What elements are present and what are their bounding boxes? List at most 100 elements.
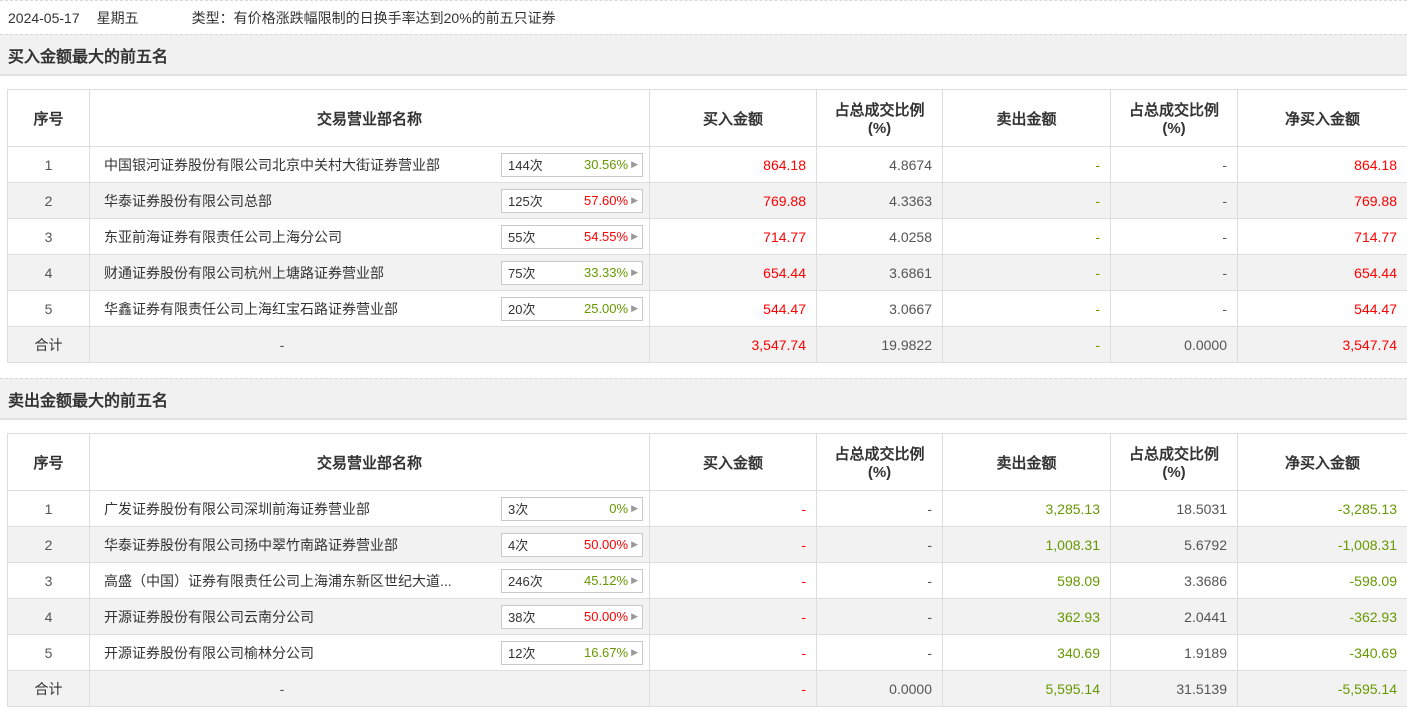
sell-amount-cell: 598.09 [943, 563, 1111, 599]
sell-pct-cell: 3.3686 [1111, 563, 1238, 599]
ranking-count-badge[interactable]: 20次25.00%▶ [501, 297, 643, 321]
sell-top5-table: 序号 交易营业部名称 买入金额 占总成交比例(%) 卖出金额 占总成交比例(%)… [7, 433, 1407, 707]
col-header-sell-amount: 卖出金额 [943, 434, 1111, 491]
col-header-net-amount: 净买入金额 [1238, 434, 1407, 491]
col-header-broker: 交易营业部名称 [90, 434, 650, 491]
win-rate: 33.33% [584, 265, 628, 280]
sell-pct-cell: - [1111, 255, 1238, 291]
expand-arrow-icon: ▶ [631, 196, 638, 205]
net-amount-cell: -362.93 [1238, 599, 1407, 635]
date-label: 2024-05-17 [8, 10, 80, 26]
ranking-count: 125次 [508, 191, 543, 210]
ranking-count-badge[interactable]: 12次16.67%▶ [501, 641, 643, 665]
ranking-count-badge[interactable]: 246次 45.12%▶ [501, 569, 643, 593]
total-name-cell: - [90, 327, 650, 363]
list-type-label: 类型：有价格涨跌幅限制的日换手率达到20%的前五只证券 [192, 8, 556, 28]
section-title-text: 买入金额最大的前五名 [8, 43, 168, 67]
col-header-buy-pct: 占总成交比例(%) [817, 90, 943, 147]
sell-amount-cell: 5,595.14 [943, 671, 1111, 707]
buy-pct-cell: - [817, 491, 943, 527]
col-header-buy-pct: 占总成交比例(%) [817, 434, 943, 491]
ranking-count-badge[interactable]: 4次50.00%▶ [501, 533, 643, 557]
win-rate: 45.12% [584, 573, 628, 588]
net-amount-cell: -1,008.31 [1238, 527, 1407, 563]
broker-name: 中国银河证券股份有限公司北京中关村大街证券营业部 [104, 155, 501, 175]
section-title-text: 卖出金额最大的前五名 [8, 387, 168, 411]
col-header-buy-amount: 买入金额 [650, 90, 817, 147]
sell-amount-cell: - [943, 183, 1111, 219]
total-label-cell: 合计 [8, 671, 90, 707]
broker-name-cell: 华鑫证券有限责任公司上海红宝石路证券营业部20次25.00%▶ [90, 291, 650, 327]
win-rate: 25.00% [584, 301, 628, 316]
table-row: 4 财通证券股份有限公司杭州上塘路证券营业部75次33.33%▶ 654.44 … [8, 255, 1407, 291]
broker-name-cell: 东亚前海证券有限责任公司上海分公司55次54.55%▶ [90, 219, 650, 255]
buy-table-wrap: 序号 交易营业部名称 买入金额 占总成交比例(%) 卖出金额 占总成交比例(%)… [7, 89, 1407, 363]
broker-name: 高盛（中国）证券有限责任公司上海浦东新区世纪大道... [104, 571, 501, 591]
weekday-label: 星期五 [97, 8, 139, 28]
expand-arrow-icon: ▶ [631, 576, 638, 585]
total-row: 合计 - 3,547.74 19.9822 - 0.0000 3,547.74 [8, 327, 1407, 363]
sell-pct-cell: 18.5031 [1111, 491, 1238, 527]
col-header-buy-amount: 买入金额 [650, 434, 817, 491]
broker-name-cell: 高盛（中国）证券有限责任公司上海浦东新区世纪大道... 246次 45.12%▶ [90, 563, 650, 599]
sell-amount-cell: 3,285.13 [943, 491, 1111, 527]
win-rate: 50.00% [584, 609, 628, 624]
buy-amount-cell: - [650, 635, 817, 671]
ranking-count: 3次 [508, 499, 528, 518]
net-amount-cell: -5,595.14 [1238, 671, 1407, 707]
buy-amount-cell: 769.88 [650, 183, 817, 219]
win-rate: 0% [609, 501, 628, 516]
ranking-count: 4次 [508, 535, 528, 554]
sell-pct-cell: 5.6792 [1111, 527, 1238, 563]
buy-top5-table: 序号 交易营业部名称 买入金额 占总成交比例(%) 卖出金额 占总成交比例(%)… [7, 89, 1407, 363]
sell-amount-cell: - [943, 327, 1111, 363]
broker-name-cell: 中国银河证券股份有限公司北京中关村大街证券营业部144次30.56%▶ [90, 147, 650, 183]
ranking-count: 55次 [508, 227, 535, 246]
buy-pct-cell: 0.0000 [817, 671, 943, 707]
col-header-sell-pct: 占总成交比例(%) [1111, 90, 1238, 147]
ranking-count-badge[interactable]: 3次0%▶ [501, 497, 643, 521]
expand-arrow-icon: ▶ [631, 304, 638, 313]
expand-arrow-icon: ▶ [631, 160, 638, 169]
sell-pct-cell: - [1111, 183, 1238, 219]
buy-amount-cell: - [650, 563, 817, 599]
ranking-count-badge[interactable]: 125次 57.60%▶ [501, 189, 643, 213]
buy-amount-cell: - [650, 527, 817, 563]
ranking-count: 246次 [508, 571, 543, 590]
section-title-buy: 买入金额最大的前五名 [0, 34, 1407, 76]
col-header-broker: 交易营业部名称 [90, 90, 650, 147]
broker-name: 广发证券股份有限公司深圳前海证券营业部 [104, 499, 501, 519]
sell-amount-cell: - [943, 147, 1111, 183]
sell-amount-cell: 1,008.31 [943, 527, 1111, 563]
broker-name-cell: 开源证券股份有限公司云南分公司38次50.00%▶ [90, 599, 650, 635]
table-row: 3 东亚前海证券有限责任公司上海分公司55次54.55%▶ 714.77 4.0… [8, 219, 1407, 255]
broker-name: 华泰证券股份有限公司总部 [104, 191, 501, 211]
broker-name-cell: 广发证券股份有限公司深圳前海证券营业部3次0%▶ [90, 491, 650, 527]
table-row: 2 华泰证券股份有限公司总部125次57.60%▶ 769.88 4.3363 … [8, 183, 1407, 219]
col-header-seq: 序号 [8, 434, 90, 491]
sell-amount-cell: 362.93 [943, 599, 1111, 635]
table-row: 4 开源证券股份有限公司云南分公司38次50.00%▶ - - 362.93 2… [8, 599, 1407, 635]
buy-amount-cell: 654.44 [650, 255, 817, 291]
broker-name: 东亚前海证券有限责任公司上海分公司 [104, 227, 501, 247]
expand-arrow-icon: ▶ [631, 612, 638, 621]
sell-pct-cell: - [1111, 291, 1238, 327]
seq-cell: 3 [8, 563, 90, 599]
seq-cell: 5 [8, 635, 90, 671]
ranking-count-badge[interactable]: 144次30.56%▶ [501, 153, 643, 177]
ranking-count-badge[interactable]: 75次33.33%▶ [501, 261, 643, 285]
sell-amount-cell: - [943, 255, 1111, 291]
win-rate: 57.60% [584, 193, 628, 208]
ranking-count-badge[interactable]: 55次54.55%▶ [501, 225, 643, 249]
seq-cell: 2 [8, 183, 90, 219]
date-bar: 2024-05-17 星期五 类型：有价格涨跌幅限制的日换手率达到20%的前五只… [0, 0, 1407, 34]
broker-name: 华鑫证券有限责任公司上海红宝石路证券营业部 [104, 299, 501, 319]
broker-name: 开源证券股份有限公司云南分公司 [104, 607, 501, 627]
buy-amount-cell: - [650, 599, 817, 635]
sell-pct-cell: - [1111, 219, 1238, 255]
sell-amount-cell: - [943, 219, 1111, 255]
ranking-count-badge[interactable]: 38次50.00%▶ [501, 605, 643, 629]
net-amount-cell: 544.47 [1238, 291, 1407, 327]
expand-arrow-icon: ▶ [631, 648, 638, 657]
sell-amount-cell: 340.69 [943, 635, 1111, 671]
